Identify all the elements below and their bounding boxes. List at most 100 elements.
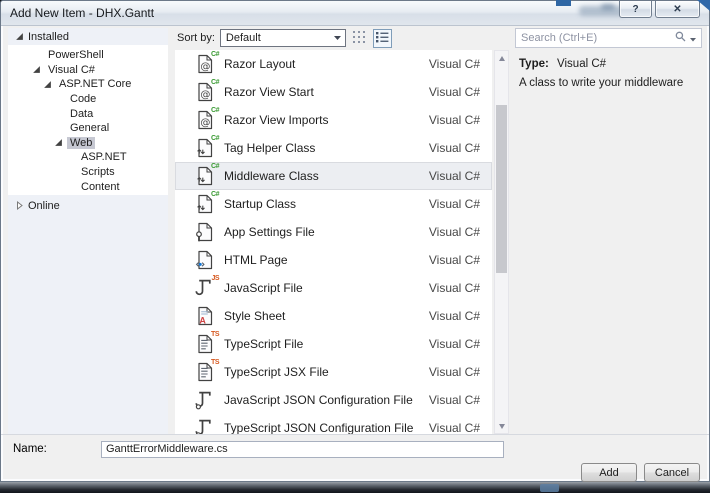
item-name: Startup Class — [224, 197, 429, 211]
razor-file-icon: @C# — [195, 53, 215, 75]
list-item-razor-view-imports[interactable]: @C#Razor View ImportsVisual C# — [175, 106, 492, 134]
list-item-javascript-file[interactable]: JS JavaScript FileVisual C# — [175, 274, 492, 302]
razor-file-icon: @C# — [195, 81, 215, 103]
list-item-style-sheet[interactable]: AStyle SheetVisual C# — [175, 302, 492, 330]
list-item-startup-class[interactable]: C#Startup ClassVisual C# — [175, 190, 492, 218]
add-new-item-dialog: Add New Item - DHX.Gantt ? ✕ — [0, 0, 710, 482]
typescript-file-icon: TS — [195, 333, 215, 355]
scroll-down-icon — [499, 424, 505, 429]
sidebar-item-online[interactable]: Online — [8, 197, 168, 214]
dialog-titlebar[interactable]: Add New Item - DHX.Gantt ? ✕ — [1, 1, 709, 26]
dialog-body: Installed PowerShellVisual C#ASP.NET Cor… — [1, 26, 709, 482]
item-name: JavaScript JSON Configuration File — [224, 393, 429, 407]
help-button[interactable]: ? — [619, 1, 652, 18]
item-type: Visual C# — [429, 113, 480, 127]
list-item-typescript-json-configuration-file[interactable]: TypeScript JSON Configuration FileVisual… — [175, 414, 492, 434]
sidebar-item-visual-c[interactable]: Visual C# — [8, 63, 168, 78]
item-name: TypeScript JSX File — [224, 365, 429, 379]
glass-reflection — [601, 4, 615, 10]
sidebar-item-asp-net-core[interactable]: ASP.NET Core — [8, 77, 168, 92]
badge-cs: C# — [211, 191, 219, 198]
svg-text:@: @ — [200, 62, 210, 73]
template-category-sidebar: Installed PowerShell Visual C#ASP.NET Cor… — [8, 28, 168, 434]
sort-by-value: Default — [226, 32, 261, 44]
scrollbar-track[interactable] — [495, 65, 508, 419]
tree-item-label: Scripts — [78, 166, 118, 178]
sidebar-item-content[interactable]: Content — [8, 179, 168, 194]
list-item-typescript-jsx-file[interactable]: TSTypeScript JSX FileVisual C# — [175, 358, 492, 386]
item-type: Visual C# — [429, 57, 480, 71]
name-input[interactable] — [101, 441, 504, 458]
json-config-icon — [195, 417, 215, 434]
item-type: Visual C# — [429, 337, 480, 351]
item-name: Razor View Start — [224, 85, 429, 99]
item-type: Visual C# — [429, 281, 480, 295]
expanded-arrow-icon — [32, 65, 45, 74]
chevron-down-icon[interactable] — [690, 29, 696, 47]
search-icon[interactable] — [675, 29, 686, 47]
sidebar-item-data[interactable]: Data — [8, 106, 168, 121]
sidebar-installed-label: Installed — [28, 31, 69, 43]
item-name: Style Sheet — [224, 309, 429, 323]
scrollbar-thumb[interactable] — [496, 105, 507, 273]
json-config-icon — [195, 389, 215, 411]
sidebar-filler — [8, 214, 168, 434]
item-type: Visual C# — [429, 225, 480, 239]
tree-item-label: Visual C# — [45, 64, 98, 76]
javascript-file-icon: JS — [195, 277, 215, 299]
item-type: Visual C# — [429, 393, 480, 407]
class-file-icon: C# — [195, 165, 215, 187]
list-item-javascript-json-configuration-file[interactable]: JavaScript JSON Configuration FileVisual… — [175, 386, 492, 414]
small-icons-view-button[interactable] — [350, 29, 369, 48]
item-name: TypeScript JSON Configuration File — [224, 421, 429, 434]
list-item-middleware-class[interactable]: C#Middleware ClassVisual C# — [175, 162, 492, 190]
search-box[interactable] — [515, 28, 702, 48]
list-item-html-page[interactable]: HTML PageVisual C# — [175, 246, 492, 274]
sidebar-item-asp-net[interactable]: ASP.NET — [8, 150, 168, 165]
svg-text:@: @ — [200, 118, 210, 129]
item-name: Middleware Class — [224, 169, 429, 183]
installed-tree: PowerShell Visual C#ASP.NET CoreCodeDataG… — [8, 45, 168, 195]
expanded-arrow-icon — [43, 80, 56, 89]
tree-item-label: Data — [67, 108, 96, 120]
add-button[interactable]: Add — [581, 463, 637, 482]
search-input[interactable] — [521, 32, 675, 44]
background-window-highlight — [540, 484, 559, 492]
app-settings-icon — [195, 221, 215, 243]
close-button[interactable]: ✕ — [655, 1, 700, 18]
collapsed-arrow-icon — [15, 201, 28, 210]
sidebar-item-installed[interactable]: Installed — [8, 28, 168, 45]
tree-item-label: PowerShell — [45, 49, 107, 61]
list-item-razor-layout[interactable]: @C# Razor LayoutVisual C# — [175, 50, 492, 78]
sidebar-item-web[interactable]: Web — [8, 136, 168, 151]
sidebar-item-general[interactable]: General — [8, 121, 168, 136]
background-window-edge — [556, 0, 571, 6]
scroll-up-button[interactable] — [495, 51, 508, 65]
svg-text:@: @ — [200, 90, 210, 101]
sort-by-dropdown[interactable]: Default — [220, 29, 346, 47]
tree-item-label: Content — [78, 181, 123, 193]
scroll-down-button[interactable] — [495, 419, 508, 433]
template-list: @C#Razor LayoutVisual C#@C#Razor View St… — [175, 50, 492, 434]
cancel-button[interactable]: Cancel — [644, 463, 700, 482]
expanded-arrow-icon — [54, 138, 67, 147]
grid-view-icon — [353, 31, 365, 46]
item-type: Visual C# — [429, 141, 480, 155]
typescript-file-icon: TS — [195, 361, 215, 383]
screen: Add New Item - DHX.Gantt ? ✕ — [0, 0, 710, 493]
list-item-tag-helper-class[interactable]: C#Tag Helper ClassVisual C# — [175, 134, 492, 162]
list-view-button[interactable] — [373, 29, 392, 48]
list-scrollbar[interactable] — [494, 50, 509, 434]
item-type-row: Type: Visual C# — [519, 58, 700, 70]
list-item-razor-view-start[interactable]: @C#Razor View StartVisual C# — [175, 78, 492, 106]
item-name: JavaScript File — [224, 281, 429, 295]
badge-js: JS — [211, 275, 219, 282]
list-item-app-settings-file[interactable]: App Settings FileVisual C# — [175, 218, 492, 246]
sidebar-item-scripts[interactable]: Scripts — [8, 165, 168, 180]
sidebar-item-code[interactable]: Code — [8, 92, 168, 107]
name-label: Name: — [13, 443, 101, 455]
sidebar-item-powershell[interactable]: PowerShell — [8, 48, 168, 63]
item-name: Razor Layout — [224, 57, 429, 71]
template-list-wrap: @C#Razor LayoutVisual C#@C#Razor View St… — [175, 50, 509, 434]
list-item-typescript-file[interactable]: TSTypeScript FileVisual C# — [175, 330, 492, 358]
